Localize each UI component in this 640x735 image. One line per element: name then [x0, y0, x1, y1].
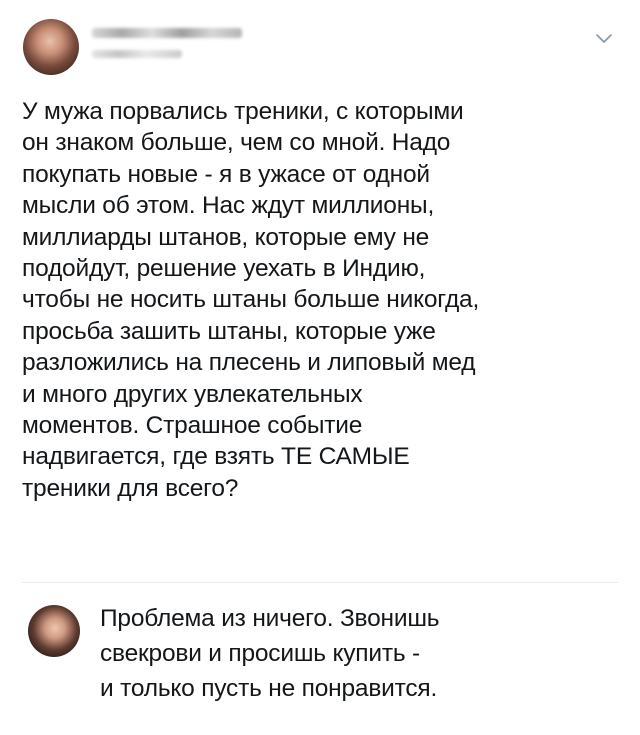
tweet-text-line: просьба зашить штаны, которые уже — [22, 317, 436, 345]
tweet-text-line: треники для всего? — [22, 474, 239, 502]
tweet-text-line: мысли об этом. Нас ждут миллионы, — [22, 192, 435, 220]
author-info[interactable] — [92, 22, 242, 58]
tweet-card: У мужа порвались треники, с которыми он … — [0, 0, 640, 735]
tweet-text-line: надвигается, где взять ТЕ САМЫЕ — [22, 443, 410, 471]
reply-text: Проблема из ничего. Звонишь свекрови и п… — [100, 601, 620, 706]
tweet-text-line: он знаком больше, чем со мной. Надо — [22, 129, 451, 157]
tweet-text: У мужа порвались треники, с которыми он … — [22, 96, 622, 504]
tweet-text-line: моментов. Страшное событие — [22, 412, 363, 440]
reply-text-line: свекрови и просишь купить - — [100, 640, 421, 667]
tweet-text-line: подойдут, решение уехать в Индию, — [22, 255, 426, 283]
author-name-blurred[interactable] — [92, 28, 242, 38]
author-handle-blurred[interactable] — [92, 50, 182, 58]
chevron-down-icon[interactable] — [593, 28, 615, 50]
reply-text-line: и только пусть не понравится. — [100, 675, 438, 702]
tweet-text-line: покупать новые - я в ужасе от одной — [22, 160, 430, 188]
tweet-text-line: и много других увлекательных — [22, 380, 363, 408]
author-avatar[interactable] — [23, 19, 79, 75]
reply-text-line: Проблема из ничего. Звонишь — [100, 605, 440, 632]
tweet-text-line: чтобы не носить штаны больше никогда, — [22, 286, 480, 314]
tweet-text-line: У мужа порвались треники, с которыми — [22, 98, 464, 125]
reply-author-avatar[interactable] — [28, 605, 80, 657]
tweet-text-line: миллиарды штанов, которые ему не — [22, 223, 430, 251]
tweet-text-line: разложились на плесень и липовый мед — [22, 349, 476, 377]
chevron-down-svg — [596, 34, 612, 43]
divider — [22, 582, 618, 583]
